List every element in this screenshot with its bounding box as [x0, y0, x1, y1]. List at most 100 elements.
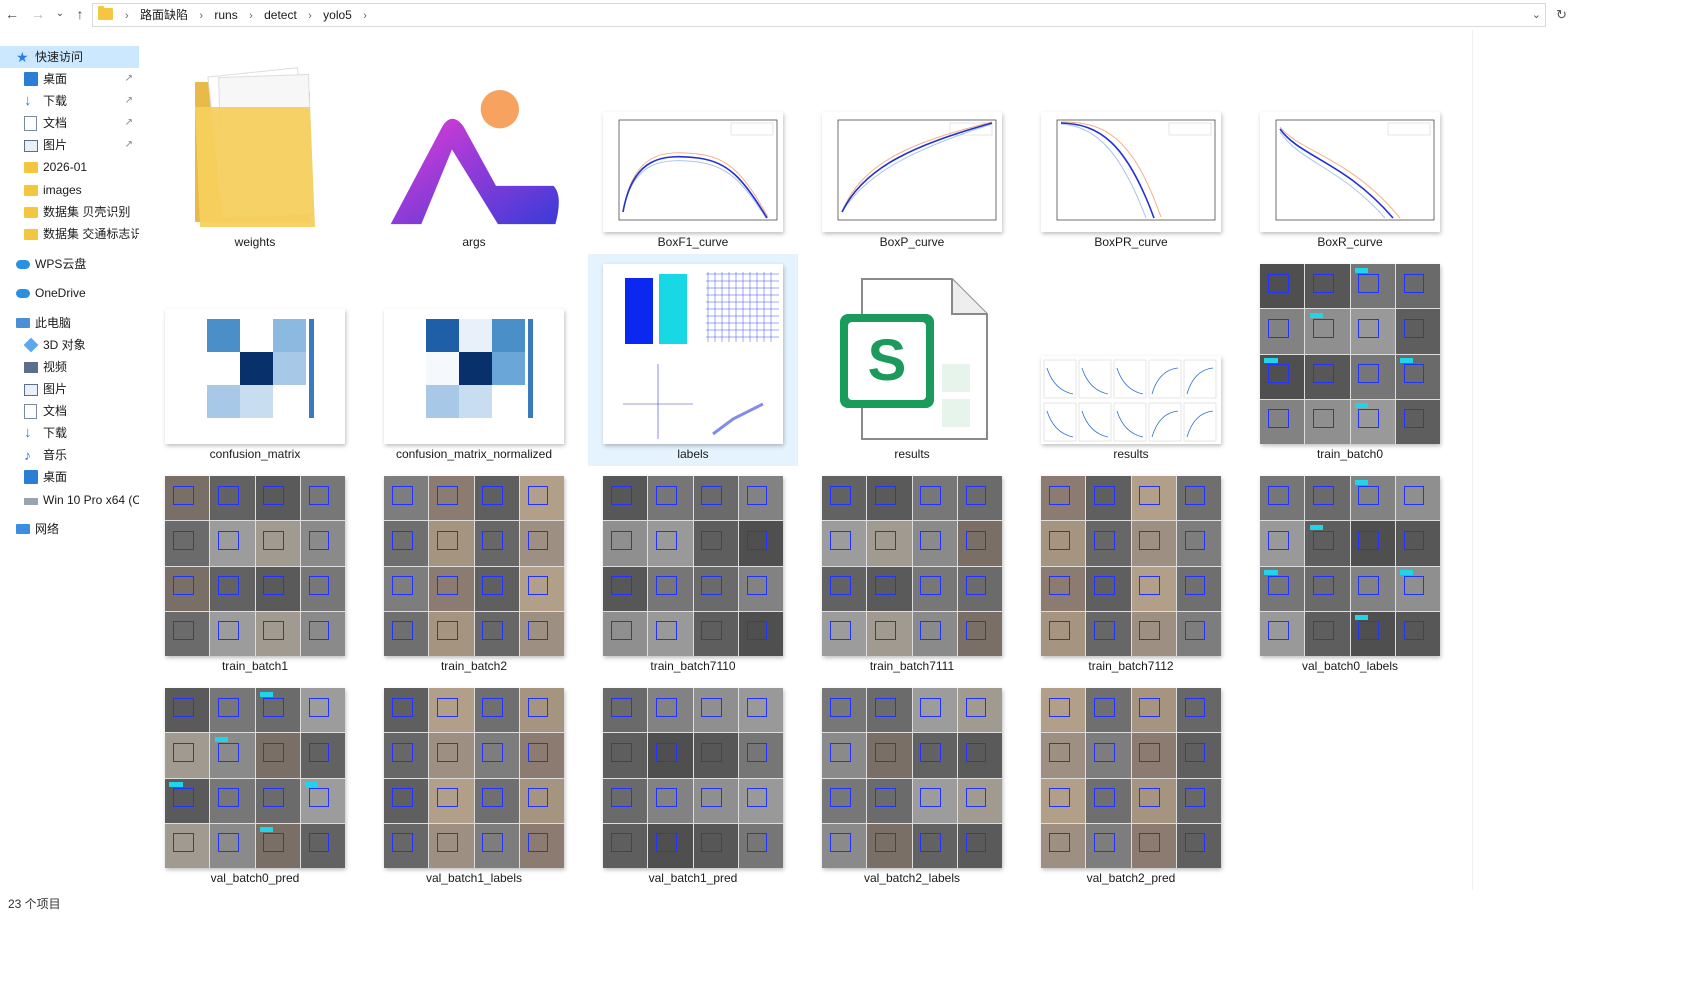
breadcrumb-item[interactable]: runs: [214, 4, 237, 26]
sidebar-item[interactable]: 文档 ↗: [0, 112, 139, 134]
sidebar-item-label: 数据集 贝壳识别: [43, 205, 131, 219]
file-item[interactable]: val_batch2_pred: [1026, 678, 1236, 890]
breadcrumb-item[interactable]: yolo5: [323, 4, 352, 26]
sidebar-item-label: 桌面: [43, 72, 68, 86]
file-name: train_batch7112: [1088, 659, 1174, 673]
sidebar-item[interactable]: 2026-01: [0, 156, 139, 178]
breadcrumb-item[interactable]: detect: [264, 4, 297, 26]
file-item[interactable]: confusion_matrix_normalized: [369, 254, 579, 466]
file-name: results: [894, 447, 930, 461]
file-item[interactable]: train_batch2: [369, 466, 579, 678]
file-item[interactable]: val_batch0_pred: [150, 678, 360, 890]
file-item[interactable]: Sresults: [807, 254, 1017, 466]
sidebar-item[interactable]: 图片: [0, 378, 139, 400]
sidebar-item[interactable]: ↓ 下载 ↗: [0, 90, 139, 112]
file-item[interactable]: val_batch1_labels: [369, 678, 579, 890]
file-item[interactable]: val_batch0_labels: [1245, 466, 1455, 678]
breadcrumb-item[interactable]: 路面缺陷: [140, 4, 188, 26]
refresh-icon[interactable]: ↻: [1556, 4, 1567, 26]
sidebar-item[interactable]: 视频: [0, 356, 139, 378]
file-item[interactable]: args: [369, 42, 579, 254]
file-name: confusion_matrix_normalized: [395, 447, 553, 461]
forward-icon[interactable]: →: [28, 4, 48, 24]
file-view: weights args BoxF1_curve BoxP_curve BoxPR_cu…: [150, 42, 1470, 902]
folder-icon: [24, 162, 38, 173]
sidebar-item[interactable]: 3D 对象: [0, 334, 139, 356]
sidebar-item[interactable]: ♪ 音乐: [0, 444, 139, 466]
navigation-pane: ★ 快速访问 桌面 ↗ ↓ 下载 ↗ 文档 ↗ 图片 ↗ 2026-01 images 数据集 贝壳识别数…: [0, 42, 140, 902]
sidebar-item[interactable]: ★ 快速访问: [0, 46, 139, 68]
sidebar-item[interactable]: OneDrive: [0, 282, 139, 304]
thumbnail-image: [165, 309, 345, 444]
sidebar-item[interactable]: Win 10 Pro x64 (C: [0, 489, 139, 511]
file-item[interactable]: BoxR_curve: [1245, 42, 1455, 254]
sidebar-item[interactable]: images: [0, 179, 139, 201]
sidebar-item[interactable]: 此电脑: [0, 312, 139, 334]
file-thumbnail: [821, 50, 1003, 232]
sidebar-item[interactable]: 桌面 ↗: [0, 68, 139, 90]
file-item[interactable]: BoxF1_curve: [588, 42, 798, 254]
thumbnail-image: [1041, 112, 1221, 232]
file-name: train_batch1: [221, 659, 289, 673]
pin-icon: ↗: [124, 117, 133, 128]
sidebar-item[interactable]: 文档: [0, 400, 139, 422]
pin-icon: ↗: [124, 73, 133, 84]
up-icon[interactable]: ↑: [70, 4, 90, 24]
file-thumbnail: [164, 262, 346, 444]
file-item[interactable]: val_batch2_labels: [807, 678, 1017, 890]
file-item[interactable]: train_batch7111: [807, 466, 1017, 678]
sidebar-item[interactable]: 桌面: [0, 466, 139, 488]
file-item[interactable]: weights: [150, 42, 360, 254]
thumbnail-image: [165, 476, 345, 656]
computer-icon: [16, 318, 30, 328]
network-icon: [16, 524, 30, 534]
recent-locations-icon[interactable]: ⌄: [50, 4, 70, 24]
sidebar-item-label: 视频: [43, 360, 68, 374]
divider: [1472, 30, 1473, 890]
sidebar-item[interactable]: 数据集 贝壳识别: [0, 201, 139, 223]
folder-icon: [24, 185, 38, 196]
thumbnail-image: [822, 476, 1002, 656]
file-item[interactable]: labels: [588, 254, 798, 466]
star-icon: ★: [16, 49, 29, 65]
thumbnail-image: [1260, 264, 1440, 444]
sidebar-item-label: 3D 对象: [43, 338, 86, 352]
thumbnail-image: [1260, 112, 1440, 232]
sidebar-item[interactable]: 图片 ↗: [0, 134, 139, 156]
file-thumbnail: [1259, 50, 1441, 232]
pin-icon: ↗: [124, 139, 133, 150]
sidebar-item[interactable]: 网络: [0, 518, 139, 540]
file-thumbnail: [821, 686, 1003, 868]
music-icon: ♪: [24, 447, 31, 463]
chevron-down-icon[interactable]: ⌄: [1532, 4, 1541, 26]
back-icon[interactable]: ←: [2, 4, 22, 24]
address-bar[interactable]: › 路面缺陷 › runs › detect › yolo5 › ⌄ ↻: [92, 3, 1567, 27]
file-thumbnail: [383, 50, 565, 232]
file-item[interactable]: train_batch1: [150, 466, 360, 678]
status-item-count: 23 个项目: [8, 897, 61, 911]
sidebar-item[interactable]: WPS云盘: [0, 253, 139, 275]
file-name: BoxF1_curve: [657, 235, 729, 249]
file-name: args: [462, 235, 486, 249]
file-thumbnail: [164, 474, 346, 656]
file-item[interactable]: BoxPR_curve: [1026, 42, 1236, 254]
thumbnail-image: [384, 476, 564, 656]
thumbnail-image: [1041, 356, 1221, 444]
document-icon: [24, 404, 37, 419]
file-item[interactable]: train_batch0: [1245, 254, 1455, 466]
sidebar-item[interactable]: 数据集 交通标志识别: [0, 223, 139, 245]
file-item[interactable]: train_batch7112: [1026, 466, 1236, 678]
folder-icon: [24, 229, 38, 240]
file-item[interactable]: train_batch7110: [588, 466, 798, 678]
thumbnail-image: [603, 476, 783, 656]
app-logo-icon: [390, 90, 559, 225]
pictures-icon: [24, 140, 38, 152]
spreadsheet-icon: S: [840, 278, 988, 440]
file-item[interactable]: confusion_matrix: [150, 254, 360, 466]
file-item[interactable]: val_batch1_pred: [588, 678, 798, 890]
file-item[interactable]: BoxP_curve: [807, 42, 1017, 254]
download-icon: ↓: [24, 424, 32, 441]
sidebar-item[interactable]: ↓ 下载: [0, 422, 139, 444]
svg-text:S: S: [868, 328, 907, 393]
file-item[interactable]: results: [1026, 254, 1236, 466]
